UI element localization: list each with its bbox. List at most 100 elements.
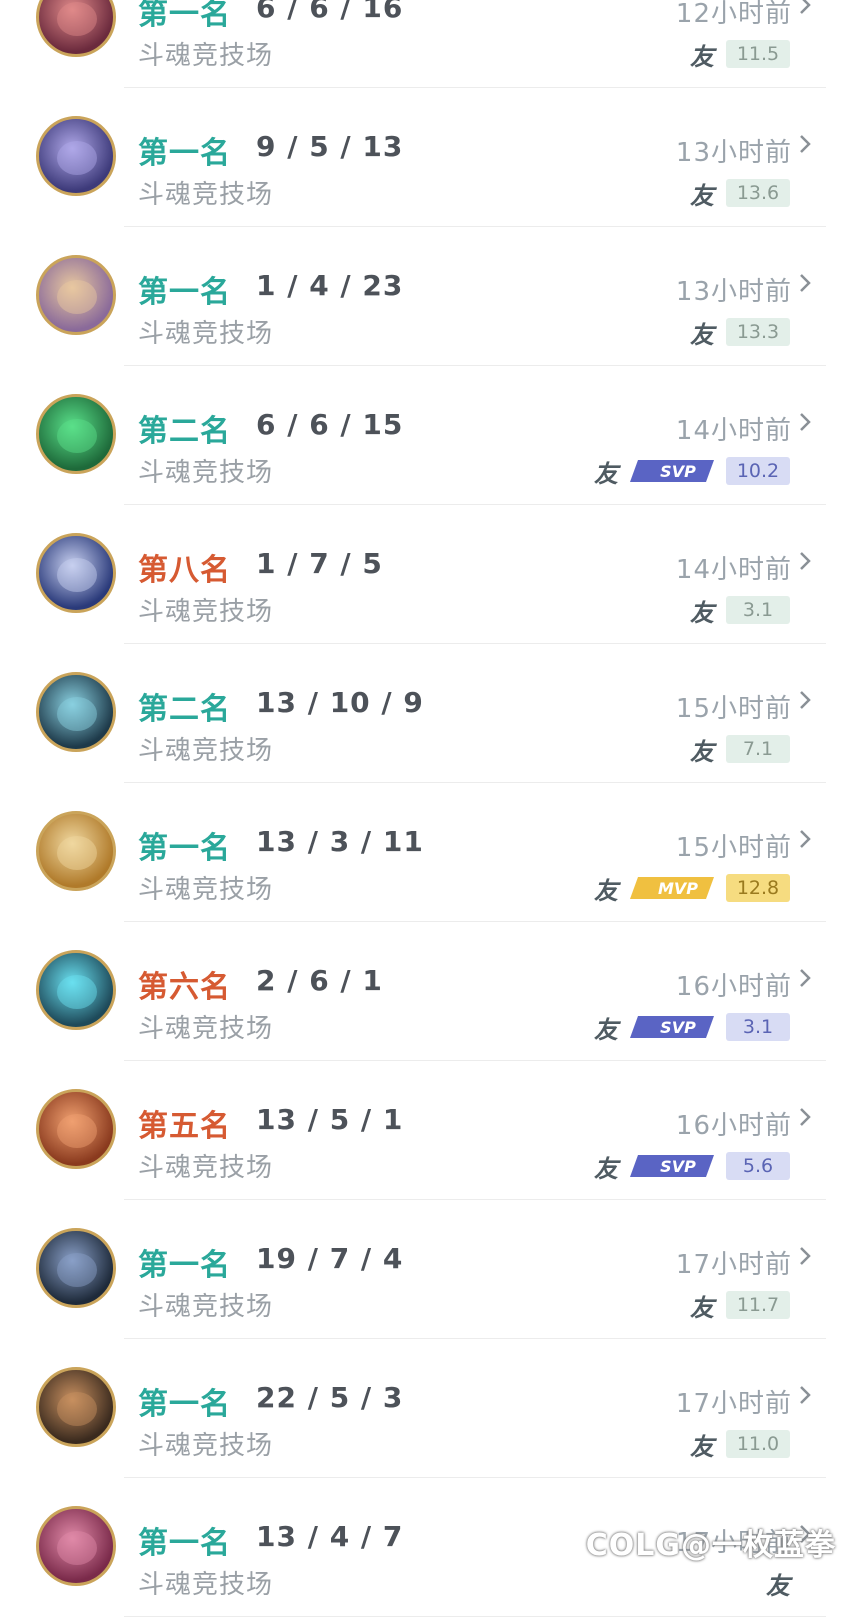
placement-label: 第一名	[138, 1526, 231, 1561]
chevron-right-icon[interactable]	[796, 825, 814, 853]
placement-label: 第一名	[138, 0, 231, 32]
champion-avatar	[36, 533, 116, 613]
match-badges: 友 SVP 10.2	[594, 456, 790, 488]
svp-label: SVP	[660, 1157, 696, 1176]
avatar-portrait	[57, 975, 97, 1009]
match-score-badge: 5.6	[726, 1152, 790, 1180]
avatar-portrait	[57, 1392, 97, 1426]
match-badges: 友 13.6	[690, 178, 790, 210]
svp-label: SVP	[660, 1018, 696, 1037]
champion-avatar	[36, 1228, 116, 1308]
champion-avatar	[36, 1367, 116, 1447]
chevron-right-icon[interactable]	[796, 1381, 814, 1409]
match-score-badge: 11.7	[726, 1291, 790, 1319]
match-row[interactable]: 第一名 1 / 4 / 23 斗魂竞技场 13小时前友 13.3	[0, 227, 856, 366]
match-time-label: 14小时前	[675, 416, 792, 446]
avatar-portrait	[57, 1253, 97, 1287]
placement-label: 第一名	[138, 831, 231, 866]
champion-avatar	[36, 1506, 116, 1586]
match-time-label: 17小时前	[675, 1389, 792, 1419]
match-time-label: 14小时前	[675, 555, 792, 585]
chevron-right-icon[interactable]	[796, 408, 814, 436]
match-badges: 友 SVP 5.6	[594, 1151, 790, 1183]
game-mode-label: 斗魂竞技场	[138, 1292, 274, 1322]
friend-badge: 友	[766, 1571, 790, 1600]
placement-label: 第一名	[138, 1387, 231, 1422]
match-badges: 友 13.3	[690, 317, 790, 349]
match-time-label: 15小时前	[675, 694, 792, 724]
placement-label: 第二名	[138, 692, 231, 727]
champion-avatar	[36, 255, 116, 335]
match-row[interactable]: 第一名 13 / 3 / 11 斗魂竞技场 15小时前友 MVP 12.8	[0, 783, 856, 922]
match-score-badge: 10.2	[726, 457, 790, 485]
match-badges: 友 SVP 3.1	[594, 1012, 790, 1044]
svp-badge: SVP	[630, 1153, 714, 1179]
match-row[interactable]: 第一名 19 / 7 / 4 斗魂竞技场 17小时前友 11.7	[0, 1200, 856, 1339]
friend-badge: 友	[690, 1432, 714, 1461]
chevron-right-icon[interactable]	[796, 547, 814, 575]
friend-badge: 友	[690, 320, 714, 349]
kda-text: 22 / 5 / 3	[256, 1381, 404, 1414]
svp-icon: SVP	[630, 1016, 714, 1038]
match-row[interactable]: 第一名 9 / 5 / 13 斗魂竞技场 13小时前友 13.6	[0, 88, 856, 227]
match-row[interactable]: 第八名 1 / 7 / 5 斗魂竞技场 14小时前友 3.1	[0, 505, 856, 644]
match-time-label: 15小时前	[675, 833, 792, 863]
placement-label: 第一名	[138, 136, 231, 171]
chevron-right-icon[interactable]	[796, 269, 814, 297]
mvp-icon: MVP	[630, 877, 714, 899]
chevron-right-icon[interactable]	[796, 130, 814, 158]
match-row[interactable]: 第一名 6 / 6 / 16 斗魂竞技场 12小时前友 11.5	[0, 0, 856, 88]
match-row[interactable]: 第六名 2 / 6 / 1 斗魂竞技场 16小时前友 SVP 3.1	[0, 922, 856, 1061]
game-mode-label: 斗魂竞技场	[138, 875, 274, 905]
match-row[interactable]: 第五名 13 / 5 / 1 斗魂竞技场 16小时前友 SVP 5.6	[0, 1061, 856, 1200]
chevron-right-icon[interactable]	[796, 964, 814, 992]
chevron-right-icon[interactable]	[796, 1242, 814, 1270]
kda-text: 1 / 7 / 5	[256, 547, 383, 580]
match-badges: 友 11.5	[690, 39, 790, 71]
champion-avatar	[36, 394, 116, 474]
friend-badge: 友	[594, 876, 618, 905]
champion-avatar	[36, 672, 116, 752]
friend-badge: 友	[690, 737, 714, 766]
avatar-portrait	[57, 836, 97, 870]
svp-badge: SVP	[630, 1014, 714, 1040]
champion-avatar	[36, 811, 116, 891]
avatar-portrait	[57, 2, 97, 36]
match-badges: 友	[766, 1568, 790, 1600]
match-score-badge: 3.1	[726, 1013, 790, 1041]
avatar-portrait	[57, 697, 97, 731]
game-mode-label: 斗魂竞技场	[138, 736, 274, 766]
watermark: COLG@一枚蓝拳	[585, 1528, 836, 1563]
game-mode-label: 斗魂竞技场	[138, 1153, 274, 1183]
chevron-right-icon[interactable]	[796, 1103, 814, 1131]
chevron-right-icon[interactable]	[796, 686, 814, 714]
match-badges: 友 7.1	[690, 734, 790, 766]
game-mode-label: 斗魂竞技场	[138, 597, 274, 627]
kda-text: 1 / 4 / 23	[256, 269, 404, 302]
kda-text: 2 / 6 / 1	[256, 964, 383, 997]
svp-label: SVP	[660, 462, 696, 481]
match-time-label: 16小时前	[675, 1111, 792, 1141]
friend-badge: 友	[594, 1015, 618, 1044]
mvp-label: MVP	[658, 879, 698, 898]
avatar-portrait	[57, 280, 97, 314]
match-time-label: 12小时前	[675, 0, 792, 29]
match-row[interactable]: 第一名 22 / 5 / 3 斗魂竞技场 17小时前友 11.0	[0, 1339, 856, 1478]
game-mode-label: 斗魂竞技场	[138, 319, 274, 349]
champion-avatar	[36, 950, 116, 1030]
chevron-right-icon[interactable]	[796, 0, 814, 19]
avatar-portrait	[57, 1114, 97, 1148]
kda-text: 6 / 6 / 16	[256, 0, 404, 24]
friend-badge: 友	[594, 1154, 618, 1183]
avatar-portrait	[57, 1531, 97, 1565]
champion-avatar	[36, 0, 116, 57]
match-row[interactable]: 第二名 6 / 6 / 15 斗魂竞技场 14小时前友 SVP 10.2	[0, 366, 856, 505]
friend-badge: 友	[594, 459, 618, 488]
kda-text: 6 / 6 / 15	[256, 408, 404, 441]
placement-label: 第一名	[138, 1248, 231, 1283]
friend-badge: 友	[690, 598, 714, 627]
match-row[interactable]: 第二名 13 / 10 / 9 斗魂竞技场 15小时前友 7.1	[0, 644, 856, 783]
friend-badge: 友	[690, 1293, 714, 1322]
game-mode-label: 斗魂竞技场	[138, 1431, 274, 1461]
match-badges: 友 MVP 12.8	[594, 873, 790, 905]
